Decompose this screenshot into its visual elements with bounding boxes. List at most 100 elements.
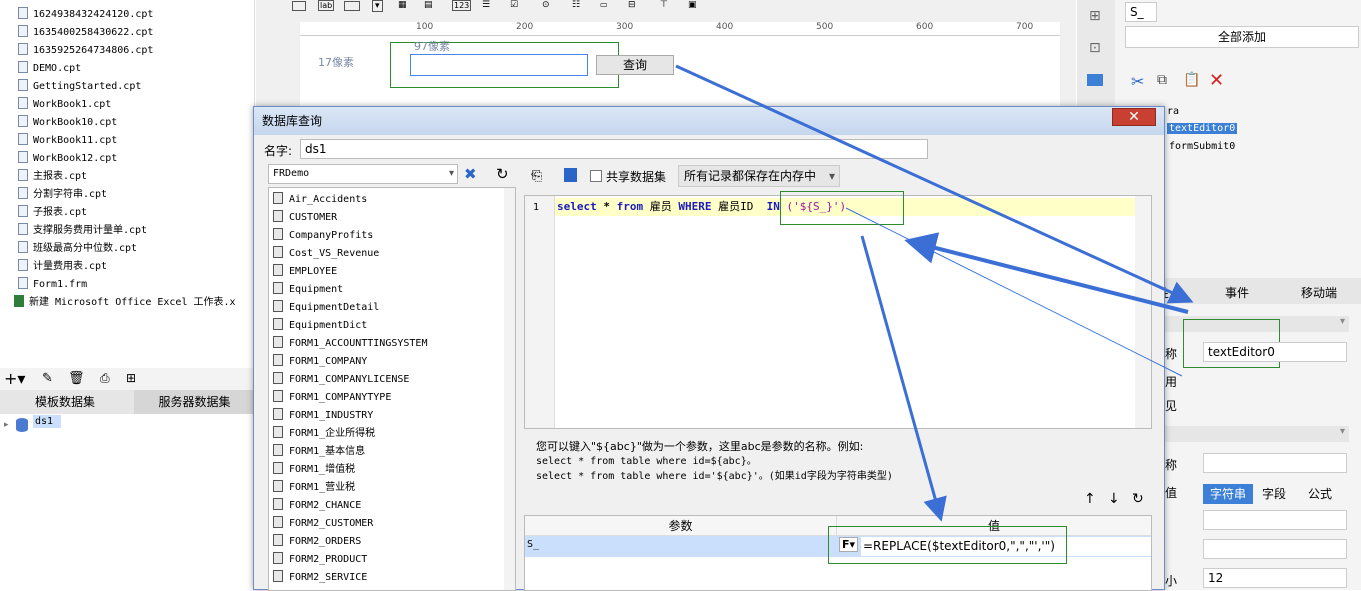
- file-item[interactable]: WorkBook12.cpt: [18, 150, 117, 168]
- table-list-item[interactable]: FORM2_ORDERS: [273, 533, 361, 551]
- textarea-widget-icon[interactable]: ☰: [482, 0, 490, 10]
- tab-server-dataset[interactable]: 服务器数据集: [134, 390, 255, 414]
- table-list-item[interactable]: EMPLOYEE: [273, 263, 337, 281]
- table-list-item[interactable]: Equipment: [273, 281, 343, 299]
- type-string-button[interactable]: 字符串: [1203, 484, 1253, 504]
- file-item[interactable]: 子报表.cpt: [18, 204, 87, 222]
- table-list-item[interactable]: FORM1_COMPANY: [273, 353, 367, 371]
- share-dataset-checkbox[interactable]: [590, 170, 602, 182]
- file-item[interactable]: DEMO.cpt: [18, 60, 81, 78]
- number-widget-icon[interactable]: 123: [452, 0, 472, 11]
- table-list-item[interactable]: FORM2_PRODUCT: [273, 551, 367, 569]
- connection-select[interactable]: FRDemo ▾: [268, 164, 458, 184]
- file-item[interactable]: 1624938432424120.cpt: [18, 6, 153, 24]
- table-list-item[interactable]: FORM1_基本信息: [273, 443, 365, 461]
- file-item[interactable]: 新建 Microsoft Office Excel 工作表.x: [14, 294, 236, 312]
- font-size-select[interactable]: 12: [1203, 568, 1347, 588]
- table-list-item[interactable]: EquipmentDetail: [273, 299, 379, 317]
- cut-icon[interactable]: ✂: [1131, 72, 1144, 91]
- widget-name-input[interactable]: textEditor0: [1203, 342, 1347, 362]
- file-widget-icon[interactable]: ▭: [600, 0, 608, 9]
- edit-icon[interactable]: ✎: [42, 371, 53, 386]
- table-list-item[interactable]: FORM1_营业税: [273, 479, 355, 497]
- mobile-icon[interactable]: [1087, 74, 1103, 86]
- dataset-edit-icon[interactable]: ⊞: [126, 371, 136, 385]
- move-down-icon[interactable]: ↓: [1108, 491, 1120, 507]
- paste-icon[interactable]: 📋: [1183, 72, 1200, 88]
- dataset-item-ds1[interactable]: ds1: [33, 415, 62, 428]
- table-list-item[interactable]: FORM1_企业所得税: [273, 425, 375, 443]
- connection-settings-icon[interactable]: ✖: [464, 165, 477, 183]
- tab-mobile[interactable]: 移动端: [1301, 284, 1337, 301]
- table-list-item[interactable]: FORM2_CHANCE: [273, 497, 361, 515]
- extra-input[interactable]: [1203, 539, 1347, 559]
- checkbox-widget-icon[interactable]: ☑: [510, 0, 518, 10]
- value-input[interactable]: [1203, 510, 1347, 530]
- collapse-icon[interactable]: ▾: [1340, 316, 1345, 327]
- file-item[interactable]: GettingStarted.cpt: [18, 78, 141, 96]
- file-item[interactable]: 分割字符串.cpt: [18, 186, 107, 204]
- table-list-item[interactable]: FORM2_SERVICE: [273, 569, 367, 587]
- tab-template-dataset[interactable]: 模板数据集: [0, 390, 130, 414]
- file-item[interactable]: 主报表.cpt: [18, 168, 87, 186]
- text-editor-widget[interactable]: [410, 54, 588, 76]
- table-list-item[interactable]: CompanyProfits: [273, 227, 373, 245]
- file-item[interactable]: WorkBook10.cpt: [18, 114, 117, 132]
- tree-combo-widget-icon[interactable]: ⊤: [660, 0, 668, 10]
- table-list-item[interactable]: FORM1_COMPANYTYPE: [273, 389, 391, 407]
- radio-widget-icon[interactable]: ⊙: [542, 0, 550, 10]
- label-widget-icon[interactable]: [292, 1, 306, 11]
- list-widget-icon[interactable]: ▤: [424, 0, 433, 10]
- table-list-item[interactable]: CUSTOMER: [273, 209, 337, 227]
- query-button[interactable]: 查询: [596, 55, 674, 75]
- file-item[interactable]: WorkBook1.cpt: [18, 96, 111, 114]
- table-list-item[interactable]: FORM1_增值税: [273, 461, 355, 479]
- tree-item-formsubmit[interactable]: formSubmit0: [1169, 141, 1235, 152]
- layout-icon[interactable]: ⊡: [1089, 40, 1101, 56]
- text-widget-icon[interactable]: lab: [318, 0, 335, 11]
- picture-widget-icon[interactable]: ▣: [688, 0, 697, 10]
- widget-settings-icon[interactable]: ⊞: [1089, 8, 1101, 24]
- add-icon[interactable]: +▾: [4, 370, 25, 388]
- table-list-item[interactable]: FORM1_ACCOUNTTINGSYSTEM: [273, 335, 427, 353]
- save-icon[interactable]: [564, 168, 577, 182]
- checkgroup-widget-icon[interactable]: ☷: [572, 0, 580, 10]
- close-button[interactable]: ✕: [1112, 108, 1156, 126]
- tab-events[interactable]: 事件: [1225, 284, 1249, 301]
- tree-item-para[interactable]: ra: [1167, 106, 1179, 117]
- expand-icon[interactable]: ▸: [4, 420, 9, 430]
- dataset-name-input[interactable]: ds1: [300, 139, 928, 159]
- parameter-name-input[interactable]: S_: [1125, 2, 1157, 22]
- copy-icon[interactable]: ⧉: [1157, 72, 1167, 88]
- widget-label-input[interactable]: [1203, 453, 1347, 473]
- table-list-item[interactable]: Air_Accidents: [273, 191, 367, 209]
- file-item[interactable]: Form1.frm: [18, 276, 87, 294]
- tree-item-texteditor[interactable]: textEditor0: [1167, 123, 1238, 134]
- file-item[interactable]: 班级最高分中位数.cpt: [18, 240, 137, 258]
- storage-select[interactable]: 所有记录都保存在内存中 ▾: [678, 165, 840, 187]
- file-item[interactable]: 1635400258430622.cpt: [18, 24, 153, 42]
- sql-editor-scrollbar[interactable]: [1135, 196, 1151, 428]
- delete-icon[interactable]: 🗑: [68, 371, 85, 386]
- date-widget-icon[interactable]: ▦: [398, 0, 407, 10]
- table-list-item[interactable]: FORM1_INDUSTRY: [273, 407, 373, 425]
- file-item[interactable]: 支撑服务费用计量单.cpt: [18, 222, 147, 240]
- preview-icon[interactable]: ⎙: [100, 371, 110, 386]
- table-list-scrollbar[interactable]: [504, 188, 515, 590]
- table-list-item[interactable]: Cost_VS_Revenue: [273, 245, 379, 263]
- sql-editor[interactable]: 1 select * from 雇员 WHERE 雇员ID IN ('${S_}…: [524, 195, 1152, 429]
- tree-widget-icon[interactable]: ⊟: [628, 0, 636, 10]
- refresh-icon[interactable]: ↻: [496, 165, 509, 183]
- table-list-item[interactable]: FORM2_CUSTOMER: [273, 515, 373, 533]
- file-item[interactable]: 1635925264734806.cpt: [18, 42, 153, 60]
- button-widget-icon[interactable]: [344, 1, 360, 11]
- file-item[interactable]: WorkBook11.cpt: [18, 132, 117, 150]
- combo-widget-icon[interactable]: ▾: [372, 0, 383, 12]
- preview-query-icon[interactable]: ⎘: [532, 169, 542, 184]
- type-formula-button[interactable]: 公式: [1295, 484, 1345, 504]
- collapse-icon[interactable]: ▾: [1340, 426, 1345, 437]
- move-up-icon[interactable]: ↑: [1084, 491, 1096, 507]
- refresh-params-icon[interactable]: ↻: [1132, 491, 1144, 507]
- add-all-button[interactable]: 全部添加: [1125, 26, 1359, 48]
- delete-widget-icon[interactable]: ✕: [1209, 70, 1224, 91]
